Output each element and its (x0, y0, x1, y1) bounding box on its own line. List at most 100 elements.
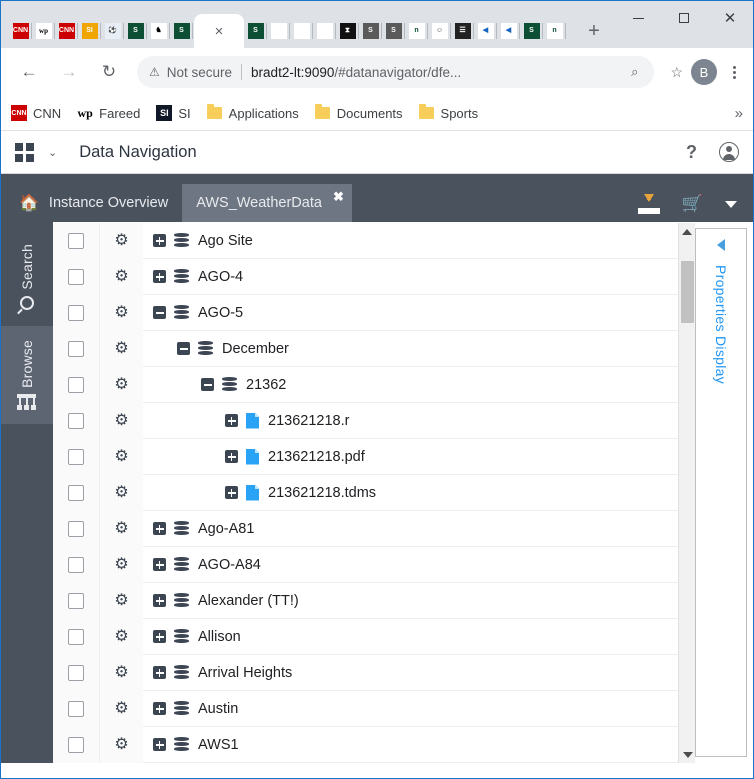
tree-vertical-scrollbar[interactable] (678, 223, 695, 763)
gear-icon[interactable]: ⚙ (114, 520, 128, 537)
rail-item-browse[interactable]: Browse (1, 326, 53, 424)
cart-icon[interactable]: 🛒 (682, 194, 703, 214)
tree-node[interactable]: December (143, 341, 695, 357)
tree-node[interactable]: 213621218.pdf (143, 448, 695, 465)
browser-tab[interactable]: SI (78, 14, 101, 48)
expand-node-icon[interactable] (153, 558, 166, 571)
bookmark-item[interactable]: SI SI (156, 105, 191, 121)
gear-icon[interactable]: ⚙ (114, 268, 128, 285)
scroll-thumb[interactable] (681, 261, 694, 323)
gear-icon[interactable]: ⚙ (114, 736, 128, 753)
row-checkbox[interactable] (68, 340, 84, 357)
bookmarks-overflow-icon[interactable]: » (735, 105, 743, 122)
address-bar[interactable]: ⚠ Not secure bradt2-lt:9090/#datanavigat… (137, 56, 655, 88)
gear-icon[interactable]: ⚙ (114, 412, 128, 429)
maximize-button[interactable] (661, 1, 707, 35)
row-checkbox[interactable] (68, 664, 84, 681)
browser-tab[interactable]: S (170, 14, 193, 48)
row-checkbox[interactable] (68, 628, 84, 645)
browser-tab[interactable]: ♞ (147, 14, 170, 48)
browser-tab[interactable]: S (520, 14, 543, 48)
tree-node[interactable]: Allison (143, 629, 695, 645)
gear-icon[interactable]: ⚙ (114, 664, 128, 681)
browser-tab[interactable]: ♟ (313, 14, 336, 48)
collapse-node-icon[interactable] (153, 306, 166, 319)
tree-row[interactable]: ⚙ AWS1 (53, 726, 695, 763)
browser-tab[interactable]: CNN (9, 14, 32, 48)
tree-node[interactable]: 21362 (143, 377, 695, 393)
person-icon[interactable] (719, 142, 739, 162)
caret-down-icon[interactable] (725, 200, 737, 208)
active-browser-tab[interactable]: × (194, 14, 244, 48)
browser-tab[interactable]: S (382, 14, 405, 48)
url-text[interactable]: bradt2-lt:9090/#datanavigator/dfe... (251, 65, 461, 80)
collapse-node-icon[interactable] (201, 378, 214, 391)
row-checkbox[interactable] (68, 232, 84, 249)
avatar[interactable]: B (691, 59, 717, 85)
expand-node-icon[interactable] (153, 702, 166, 715)
forward-button[interactable]: → (53, 56, 85, 88)
bookmark-item[interactable]: wp Fareed (77, 105, 140, 121)
tree-row[interactable]: ⚙ 21362 (53, 366, 695, 403)
tree-row[interactable]: ⚙ 213621218.r (53, 402, 695, 439)
expand-node-icon[interactable] (153, 234, 166, 247)
tree-node[interactable]: 213621218.tdms (143, 484, 695, 501)
row-checkbox[interactable] (68, 556, 84, 573)
gear-icon[interactable]: ⚙ (114, 700, 128, 717)
tree-node[interactable]: Ago Site (143, 233, 695, 249)
browser-tab[interactable]: CNN (55, 14, 78, 48)
browser-tab[interactable]: ⚽ (101, 14, 124, 48)
minimize-button[interactable] (615, 1, 661, 35)
browser-tab[interactable]: ◀ (474, 14, 497, 48)
close-window-button[interactable]: ✕ (707, 1, 753, 35)
browser-tab[interactable]: ☰ (451, 14, 474, 48)
tree-row[interactable]: ⚙ Ago-A81 (53, 510, 695, 547)
browser-tab[interactable]: ◀ (497, 14, 520, 48)
expand-node-icon[interactable] (153, 594, 166, 607)
row-checkbox[interactable] (68, 304, 84, 321)
tree-row[interactable]: ⚙ AGO-A84 (53, 546, 695, 583)
browser-tab[interactable]: ♟ (267, 14, 290, 48)
row-checkbox[interactable] (68, 592, 84, 609)
close-icon[interactable]: ✖ (333, 189, 344, 205)
browser-tab[interactable]: n (543, 14, 566, 48)
tree-node[interactable]: 213621218.r (143, 412, 695, 429)
bookmark-item[interactable]: CNN CNN (11, 105, 61, 121)
bookmark-item[interactable]: Sports (419, 104, 478, 121)
tree-node[interactable]: AGO-5 (143, 305, 695, 321)
bookmark-item[interactable]: Applications (207, 104, 299, 121)
row-checkbox[interactable] (68, 376, 84, 393)
gear-icon[interactable]: ⚙ (114, 232, 128, 249)
reload-button[interactable]: ↻ (93, 56, 125, 88)
tree-row[interactable]: ⚙ AGO-4 (53, 258, 695, 295)
expand-node-icon[interactable] (153, 630, 166, 643)
chrome-menu-icon[interactable] (723, 65, 745, 79)
tree-node[interactable]: Ago-A81 (143, 521, 695, 537)
tree-row[interactable]: ⚙ Ago Site (53, 223, 695, 259)
rail-item-search[interactable]: Search (1, 228, 53, 326)
tree-row[interactable]: ⚙ December (53, 330, 695, 367)
row-checkbox[interactable] (68, 736, 84, 753)
row-checkbox[interactable] (68, 484, 84, 501)
browser-tab[interactable]: n (405, 14, 428, 48)
tree-row[interactable]: ⚙ 213621218.pdf (53, 438, 695, 475)
expand-node-icon[interactable] (225, 486, 238, 499)
browser-tab[interactable]: wp (32, 14, 55, 48)
row-checkbox[interactable] (68, 448, 84, 465)
expand-node-icon[interactable] (153, 738, 166, 751)
row-checkbox[interactable] (68, 700, 84, 717)
gear-icon[interactable]: ⚙ (114, 340, 128, 357)
security-status-label[interactable]: Not secure (167, 65, 232, 80)
gear-icon[interactable]: ⚙ (114, 448, 128, 465)
tree-node[interactable]: Alexander (TT!) (143, 593, 695, 609)
gear-icon[interactable]: ⚙ (114, 376, 128, 393)
tree-node[interactable]: AGO-A84 (143, 557, 695, 573)
row-checkbox[interactable] (68, 520, 84, 537)
browser-tab[interactable]: ⧗ (336, 14, 359, 48)
expand-node-icon[interactable] (153, 666, 166, 679)
close-icon[interactable]: × (215, 24, 224, 39)
tree-row[interactable]: ⚙ Alexander (TT!) (53, 582, 695, 619)
new-tab-button[interactable]: + (580, 17, 608, 45)
bookmark-item[interactable]: Documents (315, 104, 403, 121)
browser-tab[interactable]: S (359, 14, 382, 48)
